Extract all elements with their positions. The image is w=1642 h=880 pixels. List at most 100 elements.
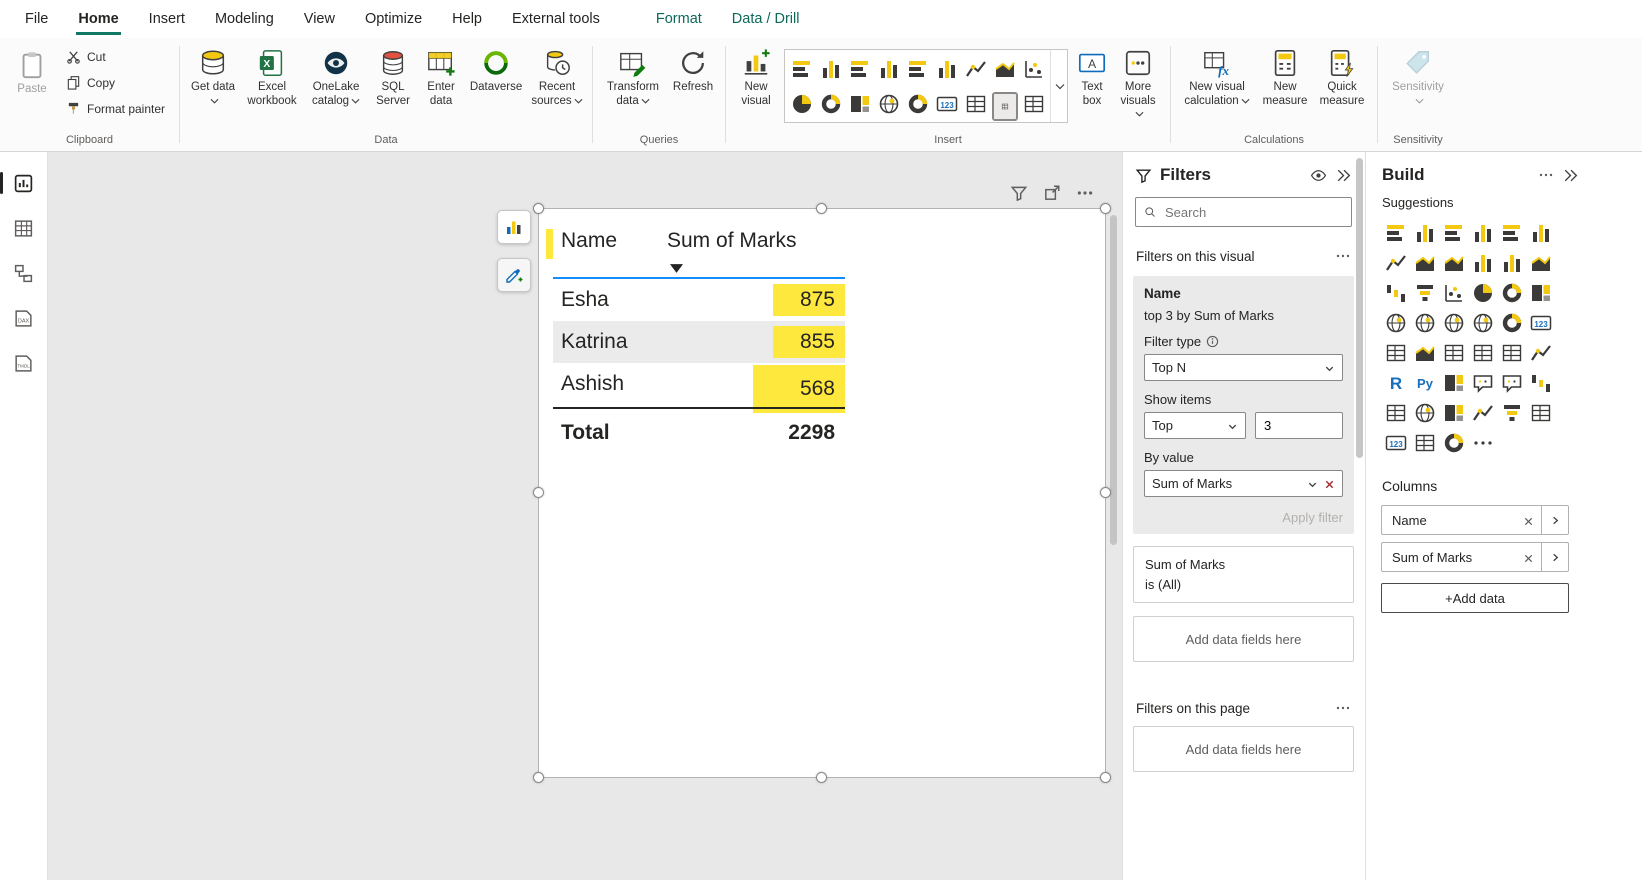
marks-filter-card[interactable]: Sum of Marks is (All) — [1133, 546, 1354, 603]
visual-filters-icon[interactable] — [1010, 184, 1028, 202]
stacked-bar-chart-icon[interactable] — [790, 57, 814, 81]
get-data-button[interactable]: Get data — [186, 44, 240, 112]
line-and-stacked-column-chart-icon[interactable] — [1471, 251, 1495, 275]
metrics-icon[interactable] — [1529, 371, 1553, 395]
qa-visual-icon[interactable] — [1471, 371, 1495, 395]
table-row[interactable]: Ashish 568 — [553, 363, 845, 405]
info-icon[interactable] — [1206, 335, 1219, 348]
table-view-button[interactable] — [9, 213, 39, 243]
gauge-icon[interactable] — [906, 92, 930, 116]
add-data-button[interactable]: +Add data — [1381, 583, 1569, 613]
filled-map-icon[interactable] — [1413, 311, 1437, 335]
resize-handle[interactable] — [1100, 487, 1111, 498]
table-row[interactable]: Esha 875 — [553, 279, 845, 321]
filter-type-select[interactable]: Top N — [1144, 354, 1343, 381]
scorecard-icon[interactable] — [1529, 401, 1553, 425]
python-visual-icon[interactable]: Py — [1413, 371, 1437, 395]
donut-chart-icon[interactable] — [1500, 281, 1524, 305]
line-chart-icon[interactable] — [964, 57, 988, 81]
gallery-dropdown-button[interactable] — [1050, 50, 1067, 122]
power-apps-icon[interactable] — [1442, 401, 1466, 425]
menu-optimize[interactable]: Optimize — [350, 0, 437, 38]
stacked-column-chart-icon[interactable] — [819, 57, 843, 81]
slicer-icon[interactable] — [964, 92, 988, 116]
multi-row-card-icon[interactable] — [1384, 341, 1408, 365]
section-more-options-icon[interactable] — [1335, 700, 1351, 716]
100-stacked-bar-chart-icon[interactable] — [906, 57, 930, 81]
sensitivity-button[interactable]: Sensitivity — [1384, 44, 1452, 112]
100-stacked-column-chart-icon[interactable] — [935, 57, 959, 81]
remove-field-icon[interactable] — [1523, 515, 1534, 526]
stacked-bar-chart-icon[interactable] — [1384, 221, 1408, 245]
tmdl-view-button[interactable]: TMDL — [9, 348, 39, 378]
filters-search[interactable] — [1135, 197, 1352, 227]
menu-data-drill[interactable]: Data / Drill — [717, 0, 815, 38]
dataverse-button[interactable]: Dataverse — [464, 44, 528, 99]
collapse-pane-icon[interactable] — [1335, 167, 1352, 184]
field-pill[interactable]: Name — [1381, 505, 1542, 535]
section-more-options-icon[interactable] — [1335, 248, 1351, 264]
card-icon[interactable]: 123 — [935, 92, 959, 116]
waterfall-chart-icon[interactable] — [1384, 281, 1408, 305]
resize-handle[interactable] — [533, 487, 544, 498]
matrix-icon[interactable] — [1500, 341, 1524, 365]
new-measure-button[interactable]: New measure — [1257, 44, 1313, 112]
ribbon-chart-icon[interactable] — [1529, 251, 1553, 275]
on-object-format-button[interactable] — [497, 258, 531, 292]
menu-modeling[interactable]: Modeling — [200, 0, 289, 38]
slicer-icon[interactable] — [1442, 341, 1466, 365]
quick-measure-button[interactable]: Quick measure — [1313, 44, 1371, 112]
smart-narrative-icon[interactable] — [1500, 371, 1524, 395]
table-visual[interactable]: Name Sum of Marks Esha 875 Katrina 855 A… — [538, 208, 1106, 778]
matrix-icon[interactable] — [1022, 92, 1046, 116]
table-row[interactable]: Katrina 855 — [553, 321, 845, 363]
refresh-button[interactable]: Refresh — [667, 44, 719, 99]
field-expand-button[interactable] — [1542, 542, 1569, 572]
format-painter-button[interactable]: Format painter — [60, 99, 171, 118]
funnel-chart-icon[interactable] — [1413, 281, 1437, 305]
menu-help[interactable]: Help — [437, 0, 497, 38]
new-visual-button[interactable]: New visual — [732, 44, 780, 112]
clustered-bar-chart-icon[interactable] — [848, 57, 872, 81]
clustered-column-chart-icon[interactable] — [877, 57, 901, 81]
report-view-button[interactable] — [9, 168, 39, 198]
line-and-clustered-column-chart-icon[interactable] — [1500, 251, 1524, 275]
column-header-name[interactable]: Name — [561, 229, 617, 253]
remove-field-icon[interactable] — [1324, 478, 1335, 489]
visual-scrollbar[interactable] — [1110, 215, 1117, 545]
treemap-icon[interactable] — [848, 92, 872, 116]
sql-server-button[interactable]: SQL Server — [368, 44, 418, 112]
model-view-button[interactable] — [9, 258, 39, 288]
area-chart-icon[interactable] — [993, 57, 1017, 81]
clustered-bar-chart-icon[interactable] — [1442, 221, 1466, 245]
key-influencers-icon[interactable] — [1529, 341, 1553, 365]
build-more-options-icon[interactable] — [1538, 167, 1554, 183]
resize-handle[interactable] — [816, 772, 827, 783]
goals-icon[interactable] — [1500, 401, 1524, 425]
column-header-marks[interactable]: Sum of Marks — [667, 229, 797, 253]
map-icon[interactable] — [877, 92, 901, 116]
enter-data-button[interactable]: Enter data — [418, 44, 464, 112]
recent-sources-button[interactable]: Recent sources — [528, 44, 586, 112]
line-chart-icon[interactable] — [1384, 251, 1408, 275]
kpi-icon[interactable] — [1413, 341, 1437, 365]
gauge-icon[interactable] — [1500, 311, 1524, 335]
azure-map-icon[interactable] — [1471, 311, 1495, 335]
add-data-fields-dropzone[interactable]: Add data fields here — [1133, 616, 1354, 662]
copy-button[interactable]: Copy — [60, 73, 171, 92]
more-visuals-button[interactable]: More visuals — [1112, 44, 1164, 126]
filters-pane-scrollbar[interactable] — [1356, 158, 1363, 458]
add-data-fields-dropzone[interactable]: Add data fields here — [1133, 726, 1354, 772]
collapse-pane-icon[interactable] — [1562, 167, 1579, 184]
donut-chart-icon[interactable] — [819, 92, 843, 116]
card-new-icon[interactable]: 123 — [1384, 431, 1408, 455]
apply-filter-button[interactable]: Apply filter — [1144, 510, 1343, 525]
map-icon[interactable] — [1384, 311, 1408, 335]
dax-query-view-button[interactable]: DAX — [9, 303, 39, 333]
transform-data-button[interactable]: Transform data — [599, 44, 667, 112]
report-canvas[interactable]: Name Sum of Marks Esha 875 Katrina 855 A… — [48, 152, 1122, 880]
pie-chart-icon[interactable] — [790, 92, 814, 116]
table-icon[interactable] — [1471, 341, 1495, 365]
more-visual-types-icon[interactable] — [1471, 431, 1495, 455]
text-box-button[interactable]: A Text box — [1072, 44, 1112, 112]
